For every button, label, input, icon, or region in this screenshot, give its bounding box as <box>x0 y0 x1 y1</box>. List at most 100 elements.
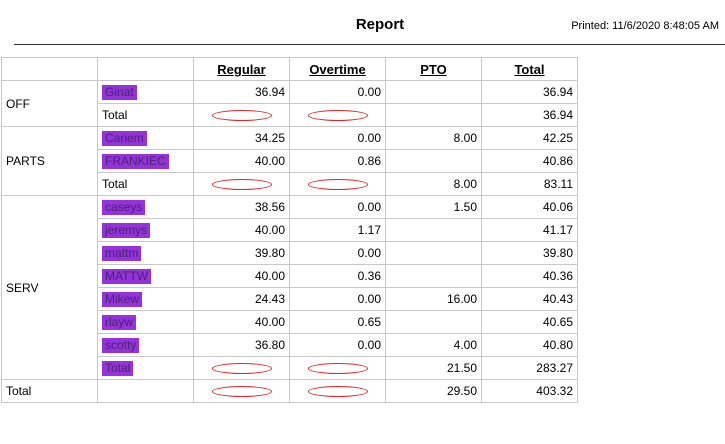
regular-cell: 24.43 <box>193 287 290 311</box>
total-cell: 40.36 <box>481 264 578 288</box>
pto-cell <box>385 103 482 127</box>
department-cell: PARTS <box>1 126 98 196</box>
overtime-cell <box>289 379 386 403</box>
employee-name-cell: jeremys <box>97 218 194 242</box>
redaction-mark <box>307 179 368 191</box>
employee-name-cell: caseys <box>97 195 194 219</box>
pto-cell: 8.00 <box>385 172 482 196</box>
column-header-total: Total <box>481 57 578 81</box>
redacted-name: Ginat <box>102 84 137 100</box>
pto-cell <box>385 80 482 104</box>
redaction-mark <box>211 363 272 375</box>
employee-name-cell: MATTW <box>97 264 194 288</box>
total-cell: 36.94 <box>481 103 578 127</box>
pto-cell: 29.50 <box>385 379 482 403</box>
employee-name-cell <box>97 379 194 403</box>
pto-cell: 21.50 <box>385 356 482 380</box>
total-cell: 40.43 <box>481 287 578 311</box>
employee-name-cell: Total <box>97 356 194 380</box>
redacted-name: scotty <box>102 337 140 353</box>
regular-cell: 40.00 <box>193 218 290 242</box>
total-cell: 40.06 <box>481 195 578 219</box>
redacted-name: mattm <box>102 245 142 261</box>
department-cell: OFF <box>1 80 98 127</box>
regular-cell <box>193 172 290 196</box>
redaction-mark <box>307 386 368 398</box>
pto-cell <box>385 264 482 288</box>
overtime-cell: 0.00 <box>289 80 386 104</box>
regular-cell: 38.56 <box>193 195 290 219</box>
pto-cell <box>385 149 482 173</box>
header-divider <box>14 44 725 45</box>
column-header-overtime: Overtime <box>289 57 386 81</box>
department-cell: Total <box>1 379 98 403</box>
total-cell: 40.86 <box>481 149 578 173</box>
employee-name-cell: FRANKIEC <box>97 149 194 173</box>
overtime-cell: 0.00 <box>289 126 386 150</box>
redaction-mark <box>211 110 272 122</box>
regular-cell: 36.94 <box>193 80 290 104</box>
regular-cell: 36.80 <box>193 333 290 357</box>
employee-name-cell: scotty <box>97 333 194 357</box>
overtime-cell <box>289 103 386 127</box>
redacted-name: rlayw <box>102 314 137 330</box>
printed-timestamp: Printed: 11/6/2020 8:48:05 AM <box>571 20 719 32</box>
employee-name-cell: mattm <box>97 241 194 265</box>
pto-cell <box>385 310 482 334</box>
pto-cell: 16.00 <box>385 287 482 311</box>
report-table: Regular Overtime PTO Total OFF Ginat 36.94… <box>1 57 578 403</box>
overtime-cell <box>289 356 386 380</box>
table-row: SERV caseys 38.56 0.00 1.50 40.06 <box>1 195 578 380</box>
redaction-mark <box>307 110 368 122</box>
pto-cell: 8.00 <box>385 126 482 150</box>
total-cell: 283.27 <box>481 356 578 380</box>
employee-name-cell: Total <box>97 172 194 196</box>
regular-cell <box>193 103 290 127</box>
pto-cell <box>385 241 482 265</box>
redacted-name: Cariem <box>102 130 147 146</box>
redacted-name: Total <box>102 360 134 376</box>
regular-cell <box>193 356 290 380</box>
pto-cell <box>385 218 482 242</box>
employee-name-cell: Total <box>97 103 194 127</box>
overtime-cell: 0.86 <box>289 149 386 173</box>
overtime-cell: 1.17 <box>289 218 386 242</box>
total-cell: 36.94 <box>481 80 578 104</box>
name-label: Total <box>102 177 128 191</box>
total-cell: 40.65 <box>481 310 578 334</box>
redacted-name: jeremys <box>102 222 151 238</box>
total-cell: 403.32 <box>481 379 578 403</box>
total-cell: 42.25 <box>481 126 578 150</box>
redacted-name: Mikew <box>102 291 143 307</box>
total-cell: 41.17 <box>481 218 578 242</box>
redaction-mark <box>307 363 368 375</box>
employee-name-cell: Cariem <box>97 126 194 150</box>
overtime-cell: 0.00 <box>289 241 386 265</box>
regular-cell: 40.00 <box>193 264 290 288</box>
regular-cell: 39.80 <box>193 241 290 265</box>
employee-name-cell: rlayw <box>97 310 194 334</box>
name-label: Total <box>102 108 128 122</box>
column-header-pto: PTO <box>385 57 482 81</box>
employee-name-cell: Mikew <box>97 287 194 311</box>
redacted-name: MATTW <box>102 268 152 284</box>
total-cell: 83.11 <box>481 172 578 196</box>
overtime-cell: 0.65 <box>289 310 386 334</box>
regular-cell <box>193 379 290 403</box>
table-row: OFF Ginat 36.94 0.00 36.94 <box>1 80 578 127</box>
total-cell: 39.80 <box>481 241 578 265</box>
total-cell: 40.80 <box>481 333 578 357</box>
header-empty-dept <box>1 57 98 81</box>
header-empty-name <box>97 57 194 81</box>
redaction-mark <box>211 179 272 191</box>
pto-cell: 4.00 <box>385 333 482 357</box>
employee-name-cell: Ginat <box>97 80 194 104</box>
redacted-name: FRANKIEC <box>102 153 169 169</box>
overtime-cell: 0.00 <box>289 333 386 357</box>
overtime-cell: 0.00 <box>289 287 386 311</box>
redaction-mark <box>211 386 272 398</box>
regular-cell: 40.00 <box>193 310 290 334</box>
table-header-row: Regular Overtime PTO Total <box>1 57 578 81</box>
overtime-cell <box>289 172 386 196</box>
redacted-name: caseys <box>102 199 146 215</box>
